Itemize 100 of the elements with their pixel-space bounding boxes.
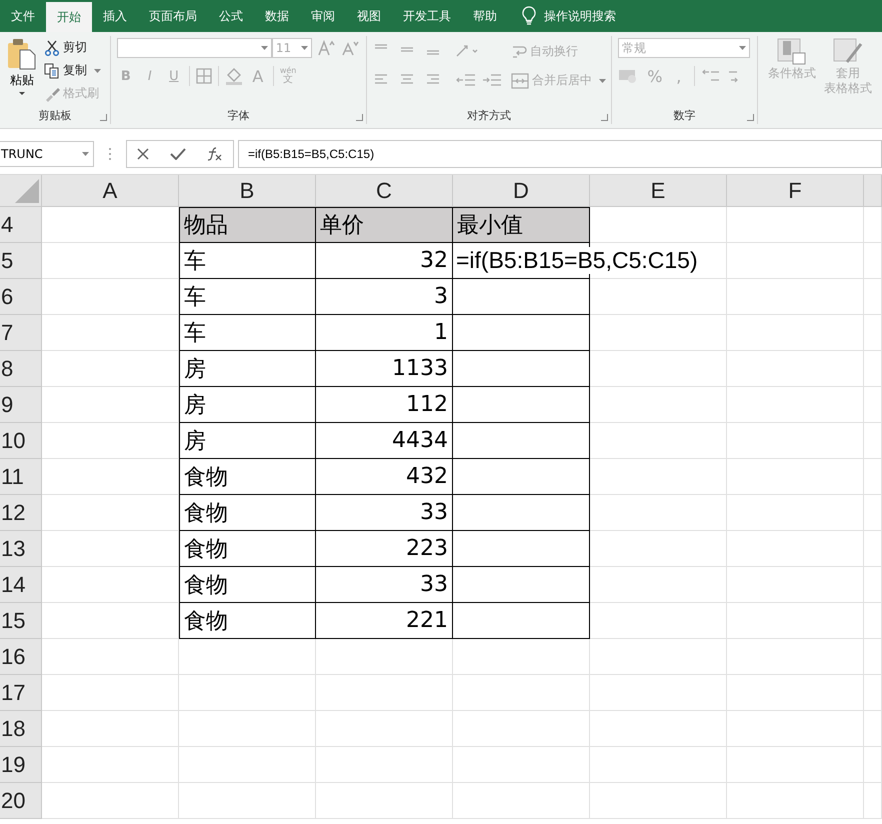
checkmark-icon[interactable] — [170, 148, 186, 160]
empty-cell — [864, 567, 882, 603]
group-label: 数字 — [673, 108, 696, 122]
column-header[interactable]: D — [453, 175, 590, 207]
ribbon-tab[interactable]: 开发工具 — [392, 0, 462, 32]
empty-cell — [864, 675, 882, 711]
row-header[interactable]: 11 — [0, 459, 42, 495]
row-header[interactable]: 15 — [0, 603, 42, 639]
table-cell: 33 — [316, 495, 453, 531]
row-header[interactable]: 4 — [0, 207, 42, 243]
copy-icon — [44, 62, 60, 78]
row-header[interactable]: 20 — [0, 783, 42, 819]
empty-cell — [864, 351, 882, 387]
row-header[interactable]: 6 — [0, 279, 42, 315]
triangle-icon — [15, 179, 39, 203]
table-cell: 3 — [316, 279, 453, 315]
lightbulb-icon — [522, 6, 536, 26]
function-icon[interactable] — [206, 146, 223, 160]
ribbon-tab[interactable]: 页面布局 — [138, 0, 208, 32]
dialog-launcher-icon[interactable] — [100, 114, 107, 121]
caret-icon — [598, 78, 606, 82]
grid-icon — [777, 38, 807, 66]
caret-icon — [94, 68, 101, 72]
table-cell: 房 — [179, 387, 316, 423]
cancel-icon[interactable] — [137, 148, 150, 160]
row-header[interactable]: 9 — [0, 387, 42, 423]
empty-cell — [864, 711, 882, 747]
clipboard-icon — [7, 38, 37, 70]
column-header[interactable]: E — [590, 175, 727, 207]
table-cell: 房 — [179, 423, 316, 459]
empty-cell — [864, 279, 882, 315]
ribbon-tab[interactable]: 帮助 — [462, 0, 508, 32]
merge-cells-icon — [510, 72, 529, 88]
row-header[interactable]: 13 — [0, 531, 42, 567]
table-cell: 1133 — [316, 351, 453, 387]
table-cell: 车 — [179, 279, 316, 315]
row-header[interactable]: 17 — [0, 675, 42, 711]
table-cell: 车 — [179, 315, 316, 351]
table-cell: 物品 — [179, 207, 316, 243]
cut-button[interactable]: 剪切 — [44, 38, 101, 57]
drag-handle-icon[interactable] — [108, 146, 112, 160]
row-header[interactable]: 5 — [0, 243, 42, 279]
ribbon-tab[interactable]: 公式 — [208, 0, 254, 32]
row-header[interactable]: 19 — [0, 747, 42, 783]
empty-cell — [864, 495, 882, 531]
ribbon-tab[interactable]: 文件 — [0, 0, 46, 32]
table-cell: 432 — [316, 459, 453, 495]
table-cell: 1 — [316, 315, 453, 351]
ribbon-tab[interactable]: 视图 — [346, 0, 392, 32]
select-all-corner[interactable] — [0, 175, 42, 207]
empty-cell — [864, 459, 882, 495]
row-header[interactable]: 8 — [0, 351, 42, 387]
empty-cell — [864, 783, 882, 819]
table-cell: 车 — [179, 243, 316, 279]
table-cell: 单价 — [316, 207, 453, 243]
ribbon-tab[interactable]: 插入 — [92, 0, 138, 32]
paste-button[interactable]: 粘贴 — [6, 38, 38, 104]
table-cell: 4434 — [316, 423, 453, 459]
column-header[interactable]: A — [42, 175, 179, 207]
column-header[interactable]: C — [316, 175, 453, 207]
formula-input[interactable]: =if(B5:B15=B5,C5:C15) — [238, 140, 882, 168]
row-header[interactable]: 7 — [0, 315, 42, 351]
empty-cell — [864, 531, 882, 567]
table-cell: 食物 — [179, 603, 316, 639]
column-header[interactable]: B — [179, 175, 316, 207]
table-cell: 221 — [316, 603, 453, 639]
table-cell: 223 — [316, 531, 453, 567]
empty-cell — [864, 747, 882, 783]
row-header[interactable]: 10 — [0, 423, 42, 459]
caret-icon — [260, 46, 268, 50]
row-header[interactable]: 14 — [0, 567, 42, 603]
tell-me-search[interactable]: 操作说明搜索 — [544, 0, 616, 32]
table-cell: 房 — [179, 351, 316, 387]
ribbon-tab[interactable]: 数据 — [254, 0, 300, 32]
row-header[interactable]: 16 — [0, 639, 42, 675]
ribbon-tab[interactable]: 开始 — [46, 2, 92, 32]
group-label: 对齐方式 — [466, 108, 511, 122]
column-header[interactable]: F — [727, 175, 864, 207]
number-format-value: 常规 — [622, 40, 646, 56]
table-cell: 33 — [316, 567, 453, 603]
group-label: 剪贴板 — [38, 108, 72, 122]
header-background — [864, 175, 882, 207]
table-cell: 食物 — [179, 459, 316, 495]
caret-icon — [82, 152, 89, 156]
ribbon-tab[interactable]: 审阅 — [300, 0, 346, 32]
table-cell: 食物 — [179, 531, 316, 567]
wrap-text-icon — [510, 44, 527, 60]
empty-cell — [864, 315, 882, 351]
table-cell: 食物 — [179, 567, 316, 603]
row-header[interactable]: 18 — [0, 711, 42, 747]
paintbrush-icon — [44, 86, 60, 102]
scissors-icon — [44, 40, 60, 56]
empty-cell — [864, 603, 882, 639]
caret-icon — [300, 46, 308, 50]
row-header[interactable]: 12 — [0, 495, 42, 531]
table-cell: 食物 — [179, 495, 316, 531]
empty-cell — [864, 243, 882, 279]
table-cell: 112 — [316, 387, 453, 423]
name-box[interactable]: TRUNC — [0, 140, 94, 166]
copy-button[interactable]: 复制 — [44, 61, 101, 80]
